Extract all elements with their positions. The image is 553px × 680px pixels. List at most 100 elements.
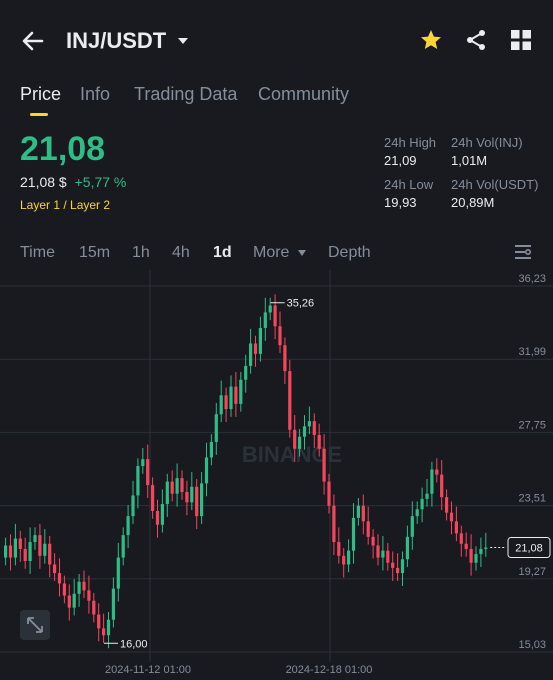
timeframe-more[interactable]: More: [253, 244, 307, 262]
fullscreen-button[interactable]: [20, 610, 50, 640]
candle-body: [239, 379, 243, 404]
candle-body: [219, 395, 223, 415]
candle-body: [293, 429, 297, 449]
candle-body: [268, 305, 272, 313]
share-button[interactable]: [464, 28, 488, 57]
layout-button[interactable]: [510, 29, 532, 56]
timeframe-depth[interactable]: Depth: [328, 244, 371, 262]
category-tag[interactable]: Layer 1 / Layer 2: [20, 198, 110, 212]
candle-body: [400, 559, 405, 574]
timeframe-time[interactable]: Time: [20, 244, 55, 262]
tab-community[interactable]: Community: [258, 84, 349, 105]
candle-body: [53, 564, 57, 574]
candle-body: [449, 512, 454, 522]
timeframe-4h[interactable]: 4h: [172, 244, 190, 262]
candle-body: [160, 504, 164, 525]
candle-body: [332, 505, 336, 543]
candle-body: [371, 536, 375, 546]
candle-body: [288, 371, 292, 430]
candle-body: [273, 305, 277, 327]
last-price: 21,08: [20, 130, 106, 168]
candle-body: [464, 543, 468, 549]
candle-body: [155, 510, 160, 525]
y-tick-label: 31,99: [518, 346, 546, 358]
chart-settings-button[interactable]: [514, 244, 532, 265]
timeframe-1h[interactable]: 1h: [132, 244, 150, 262]
candle-body: [283, 345, 287, 372]
candle-body: [435, 469, 439, 475]
candle-body: [43, 543, 47, 556]
candle-body: [253, 343, 258, 354]
timeframe-15m[interactable]: 15m: [79, 244, 110, 262]
pair-title: INJ/USDT: [66, 28, 167, 53]
candle-body: [469, 548, 473, 563]
grid-icon: [511, 30, 531, 50]
candle-body: [356, 505, 360, 518]
caret-down-icon: [178, 38, 189, 44]
candle-body: [4, 545, 8, 558]
candle-body: [317, 434, 321, 449]
candle-body: [38, 535, 42, 556]
tab-price[interactable]: Price: [20, 84, 61, 105]
fiat-price: 21,08 $: [20, 174, 67, 190]
favorite-button[interactable]: [419, 28, 443, 57]
candle-body: [146, 459, 150, 486]
candle-body: [214, 414, 218, 442]
high-24h-label: 24h High: [384, 135, 437, 150]
y-tick-label: 23,51: [518, 493, 546, 505]
candle-body: [28, 542, 32, 562]
tab-trading-data[interactable]: Trading Data: [134, 84, 237, 105]
candle-body: [405, 536, 409, 560]
candle-body: [82, 581, 86, 591]
star-icon: [421, 30, 441, 49]
candle-body: [415, 509, 419, 517]
candle-body: [116, 557, 120, 589]
candle-body: [165, 481, 169, 505]
candle-body: [459, 533, 463, 544]
candle-body: [376, 545, 380, 558]
candle-body: [72, 593, 76, 608]
candle-body: [190, 486, 194, 503]
share-icon: [467, 30, 485, 50]
candle-body: [391, 562, 395, 568]
candle-body: [33, 535, 37, 543]
candle-body: [151, 485, 155, 511]
candle-body: [62, 583, 66, 596]
candle-body: [479, 548, 483, 555]
candle-body: [440, 474, 444, 498]
candle-body: [8, 545, 13, 558]
candle-body: [204, 457, 209, 484]
candle-body: [102, 628, 106, 636]
tab-info[interactable]: Info: [80, 84, 110, 105]
candle-body: [351, 517, 356, 551]
candle-body: [136, 466, 140, 496]
tab-active-indicator: [30, 113, 48, 116]
candle-body: [185, 491, 189, 503]
candle-body: [430, 469, 434, 494]
candle-body: [175, 478, 179, 494]
candle-body: [420, 498, 424, 510]
candle-body: [180, 478, 184, 492]
price-fiat-row: 21,08 $ +5,77 %: [20, 174, 126, 190]
watermark: BINANCE: [242, 442, 342, 467]
chart-settings-icon: [515, 245, 532, 259]
candle-body: [454, 521, 458, 534]
candle-body: [302, 426, 307, 437]
candle-body: [361, 505, 365, 522]
vol-usdt-value: 20,89M: [451, 195, 495, 210]
pair-selector[interactable]: INJ/USDT: [66, 28, 190, 54]
back-button[interactable]: [20, 28, 46, 54]
candle-body: [327, 481, 331, 506]
price-chart[interactable]: 36,23 31,99 27,75 23,51 19,27 15,03 BINANCE 35,…: [0, 270, 553, 680]
candle-body: [278, 326, 282, 346]
candle-body: [425, 493, 429, 499]
price-change: +5,77 %: [74, 174, 127, 190]
max-price-label: 35,26: [287, 298, 315, 310]
caret-down-icon: [298, 250, 307, 256]
timeframe-more-label: More: [253, 244, 290, 261]
y-tick-label: 27,75: [518, 419, 546, 431]
timeframe-1d[interactable]: 1d: [213, 244, 232, 262]
candle-body: [121, 535, 125, 558]
candle-body: [298, 436, 302, 449]
candle-body: [170, 481, 174, 494]
